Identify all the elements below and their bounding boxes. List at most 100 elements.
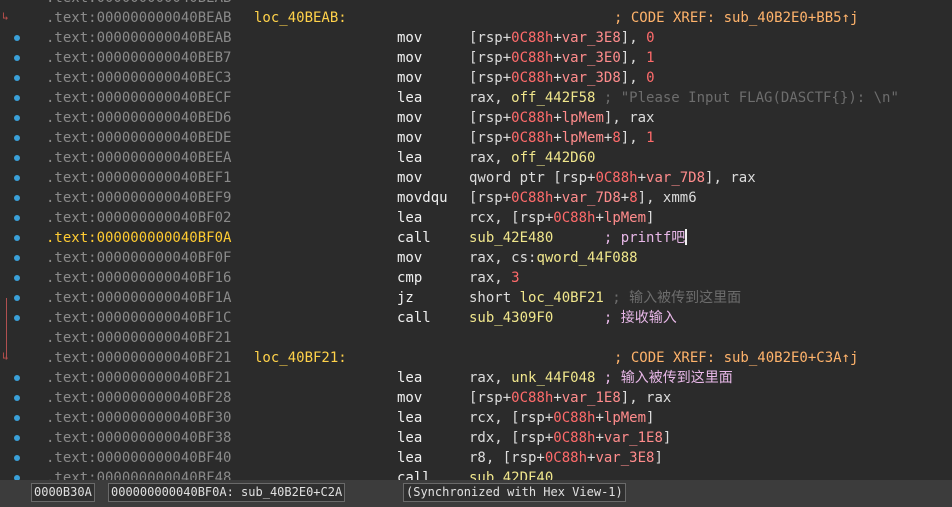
text-cursor: [685, 229, 688, 245]
listing-line[interactable]: .text:000000000040BF1A jz short loc_40BF21…: [30, 288, 952, 308]
operand-token: var_7D8: [561, 190, 621, 206]
operand-token[interactable]: qword_44F088: [536, 250, 637, 266]
listing-line[interactable]: .text:000000000040BF40 lea r8, [rsp+0C88h+…: [30, 448, 952, 468]
instruction-operands[interactable]: [rsp+0C88h+var_3D8], 0: [469, 68, 655, 88]
breakpoint-slot[interactable]: [0, 448, 30, 468]
instruction-operands[interactable]: [rsp+0C88h+var_7D8+8], xmm6: [469, 188, 697, 208]
listing-line[interactable]: .text:000000000040BF21: [30, 328, 952, 348]
instruction-operands[interactable]: rdx, [rsp+0C88h+var_1E8]: [469, 428, 671, 448]
instruction-operands[interactable]: [rsp+0C88h+lpMem+8], 1: [469, 128, 655, 148]
instruction-operands[interactable]: [rsp+0C88h+var_1E8], rax: [469, 388, 671, 408]
breakpoint-slot[interactable]: [0, 88, 30, 108]
code-xref-comment[interactable]: ; CODE XREF: sub_40B2E0+C3A↑j: [614, 348, 858, 368]
breakpoint-slot[interactable]: [0, 428, 30, 448]
instruction-operands[interactable]: sub_42E480 ; printf吧: [469, 228, 688, 248]
listing-line[interactable]: .text:000000000040BF38 lea rdx, [rsp+0C88h…: [30, 428, 952, 448]
listing-line[interactable]: .text:000000000040BEAB: [30, 0, 952, 8]
instruction-operands[interactable]: rax, 3: [469, 268, 520, 288]
instruction-operands[interactable]: rax, off_442D60: [469, 148, 595, 168]
breakpoint-slot[interactable]: [0, 188, 30, 208]
line-dot-icon: [14, 415, 20, 421]
line-dot-icon: [14, 275, 20, 281]
instruction-operands[interactable]: r8, [rsp+0C88h+var_3E8]: [469, 448, 663, 468]
listing-line[interactable]: .text:000000000040BEEA lea rax, off_442D60: [30, 148, 952, 168]
breakpoint-slot[interactable]: [0, 248, 30, 268]
listing-line[interactable]: .text:000000000040BEF1 mov qword ptr [rsp+…: [30, 168, 952, 188]
line-dot-icon: [14, 455, 20, 461]
operand-token: +: [553, 190, 562, 206]
instruction-operands[interactable]: rax, cs:qword_44F088: [469, 248, 638, 268]
instruction-mnemonic: lea: [397, 150, 423, 166]
listing-line[interactable]: .text:000000000040BF16 cmp rax, 3: [30, 268, 952, 288]
disassembly-listing[interactable]: .text:000000000040BEAB.text:000000000040…: [30, 0, 952, 488]
operand-token: 0C88h: [511, 190, 554, 206]
listing-line[interactable]: .text:000000000040BF0A call sub_42E480 ; p…: [30, 228, 952, 248]
breakpoint-slot[interactable]: [0, 68, 30, 88]
breakpoint-slot[interactable]: [0, 168, 30, 188]
operand-token[interactable]: sub_42E480: [469, 230, 553, 246]
operand-token: ]: [662, 430, 672, 446]
operand-token[interactable]: off_442D60: [511, 150, 595, 166]
line-address: .text:000000000040BF30: [46, 410, 232, 426]
listing-line[interactable]: .text:000000000040BF28 mov [rsp+0C88h+var_…: [30, 388, 952, 408]
operand-token: ; 输入被传到这里面: [595, 370, 733, 386]
line-dot-icon: [14, 315, 20, 321]
listing-line[interactable]: .text:000000000040BF21 lea rax, unk_44F048…: [30, 368, 952, 388]
listing-line[interactable]: .text:000000000040BEC3 mov [rsp+0C88h+var_…: [30, 68, 952, 88]
instruction-operands[interactable]: [rsp+0C88h+lpMem], rax: [469, 108, 654, 128]
operand-token[interactable]: off_442F58: [511, 90, 595, 106]
line-dot-icon: [14, 295, 20, 301]
instruction-operands[interactable]: rcx, [rsp+0C88h+lpMem]: [469, 408, 654, 428]
listing-line[interactable]: .text:000000000040BF1C call sub_4309F0 ; 接…: [30, 308, 952, 328]
operand-token: rax,: [469, 90, 512, 106]
operand-token: var_1E8: [561, 390, 621, 406]
instruction-operands[interactable]: rax, unk_44F048 ; 输入被传到这里面: [469, 368, 733, 388]
listing-line[interactable]: .text:000000000040BEAB loc_40BEAB: ; CODE …: [30, 8, 952, 28]
listing-line[interactable]: .text:000000000040BEDE mov [rsp+0C88h+lpMe…: [30, 128, 952, 148]
listing-line[interactable]: .text:000000000040BF21 loc_40BF21: ; CODE …: [30, 348, 952, 368]
listing-line[interactable]: .text:000000000040BF0F mov rax, cs:qword_4…: [30, 248, 952, 268]
line-dot-icon: [14, 155, 20, 161]
breakpoint-slot[interactable]: [0, 268, 30, 288]
instruction-operands[interactable]: rax, off_442F58 ; "Please Input FLAG(DAS…: [469, 88, 899, 108]
line-address: .text:000000000040BEEA: [46, 150, 232, 166]
code-xref-comment[interactable]: ; CODE XREF: sub_40B2E0+BB5↑j: [614, 8, 858, 28]
code-label[interactable]: loc_40BF21:: [254, 348, 347, 368]
breakpoint-slot[interactable]: [0, 308, 30, 328]
line-dot-icon: [14, 135, 20, 141]
instruction-operands[interactable]: [rsp+0C88h+var_3E0], 1: [469, 48, 655, 68]
breakpoint-slot[interactable]: [0, 408, 30, 428]
breakpoint-slot[interactable]: [0, 28, 30, 48]
listing-line[interactable]: .text:000000000040BED6 mov [rsp+0C88h+lpMe…: [30, 108, 952, 128]
breakpoint-slot[interactable]: [0, 128, 30, 148]
breakpoint-slot[interactable]: [0, 228, 30, 248]
listing-line[interactable]: .text:000000000040BEB7 mov [rsp+0C88h+var_…: [30, 48, 952, 68]
listing-line[interactable]: .text:000000000040BF02 lea rcx, [rsp+0C88h…: [30, 208, 952, 228]
breakpoint-slot[interactable]: [0, 208, 30, 228]
instruction-operands[interactable]: sub_4309F0 ; 接收输入: [469, 308, 677, 328]
instruction-mnemonic: mov: [397, 110, 423, 126]
breakpoint-slot[interactable]: [0, 108, 30, 128]
breakpoint-slot[interactable]: [0, 148, 30, 168]
operand-token: 0C88h: [511, 130, 554, 146]
instruction-operands[interactable]: rcx, [rsp+0C88h+lpMem]: [469, 208, 654, 228]
operand-token[interactable]: sub_4309F0: [469, 310, 553, 326]
instruction-operands[interactable]: short loc_40BF21 ; 输入被传到这里面: [469, 288, 741, 308]
operand-token: 0C88h: [553, 410, 596, 426]
listing-line[interactable]: .text:000000000040BF30 lea rcx, [rsp+0C88h…: [30, 408, 952, 428]
instruction-operands[interactable]: [rsp+0C88h+var_3E8], 0: [469, 28, 655, 48]
line-address: .text:000000000040BEAB: [46, 30, 232, 46]
breakpoint-slot[interactable]: [0, 388, 30, 408]
operand-token[interactable]: loc_40BF21: [520, 290, 604, 306]
breakpoint-slot[interactable]: [0, 368, 30, 388]
operand-token[interactable]: unk_44F048: [511, 370, 595, 386]
listing-line[interactable]: .text:000000000040BEAB mov [rsp+0C88h+var_…: [30, 28, 952, 48]
code-label[interactable]: loc_40BEAB:: [254, 8, 347, 28]
line-address: .text:000000000040BEAB: [46, 0, 231, 8]
listing-line[interactable]: .text:000000000040BECF lea rax, off_442F58…: [30, 88, 952, 108]
operand-token: rax,: [469, 370, 512, 386]
breakpoint-slot[interactable]: [0, 48, 30, 68]
instruction-operands[interactable]: qword ptr [rsp+0C88h+var_7D8], rax: [469, 168, 756, 188]
breakpoint-slot[interactable]: [0, 288, 30, 308]
listing-line[interactable]: .text:000000000040BEF9 movdqu [rsp+0C88h+v…: [30, 188, 952, 208]
